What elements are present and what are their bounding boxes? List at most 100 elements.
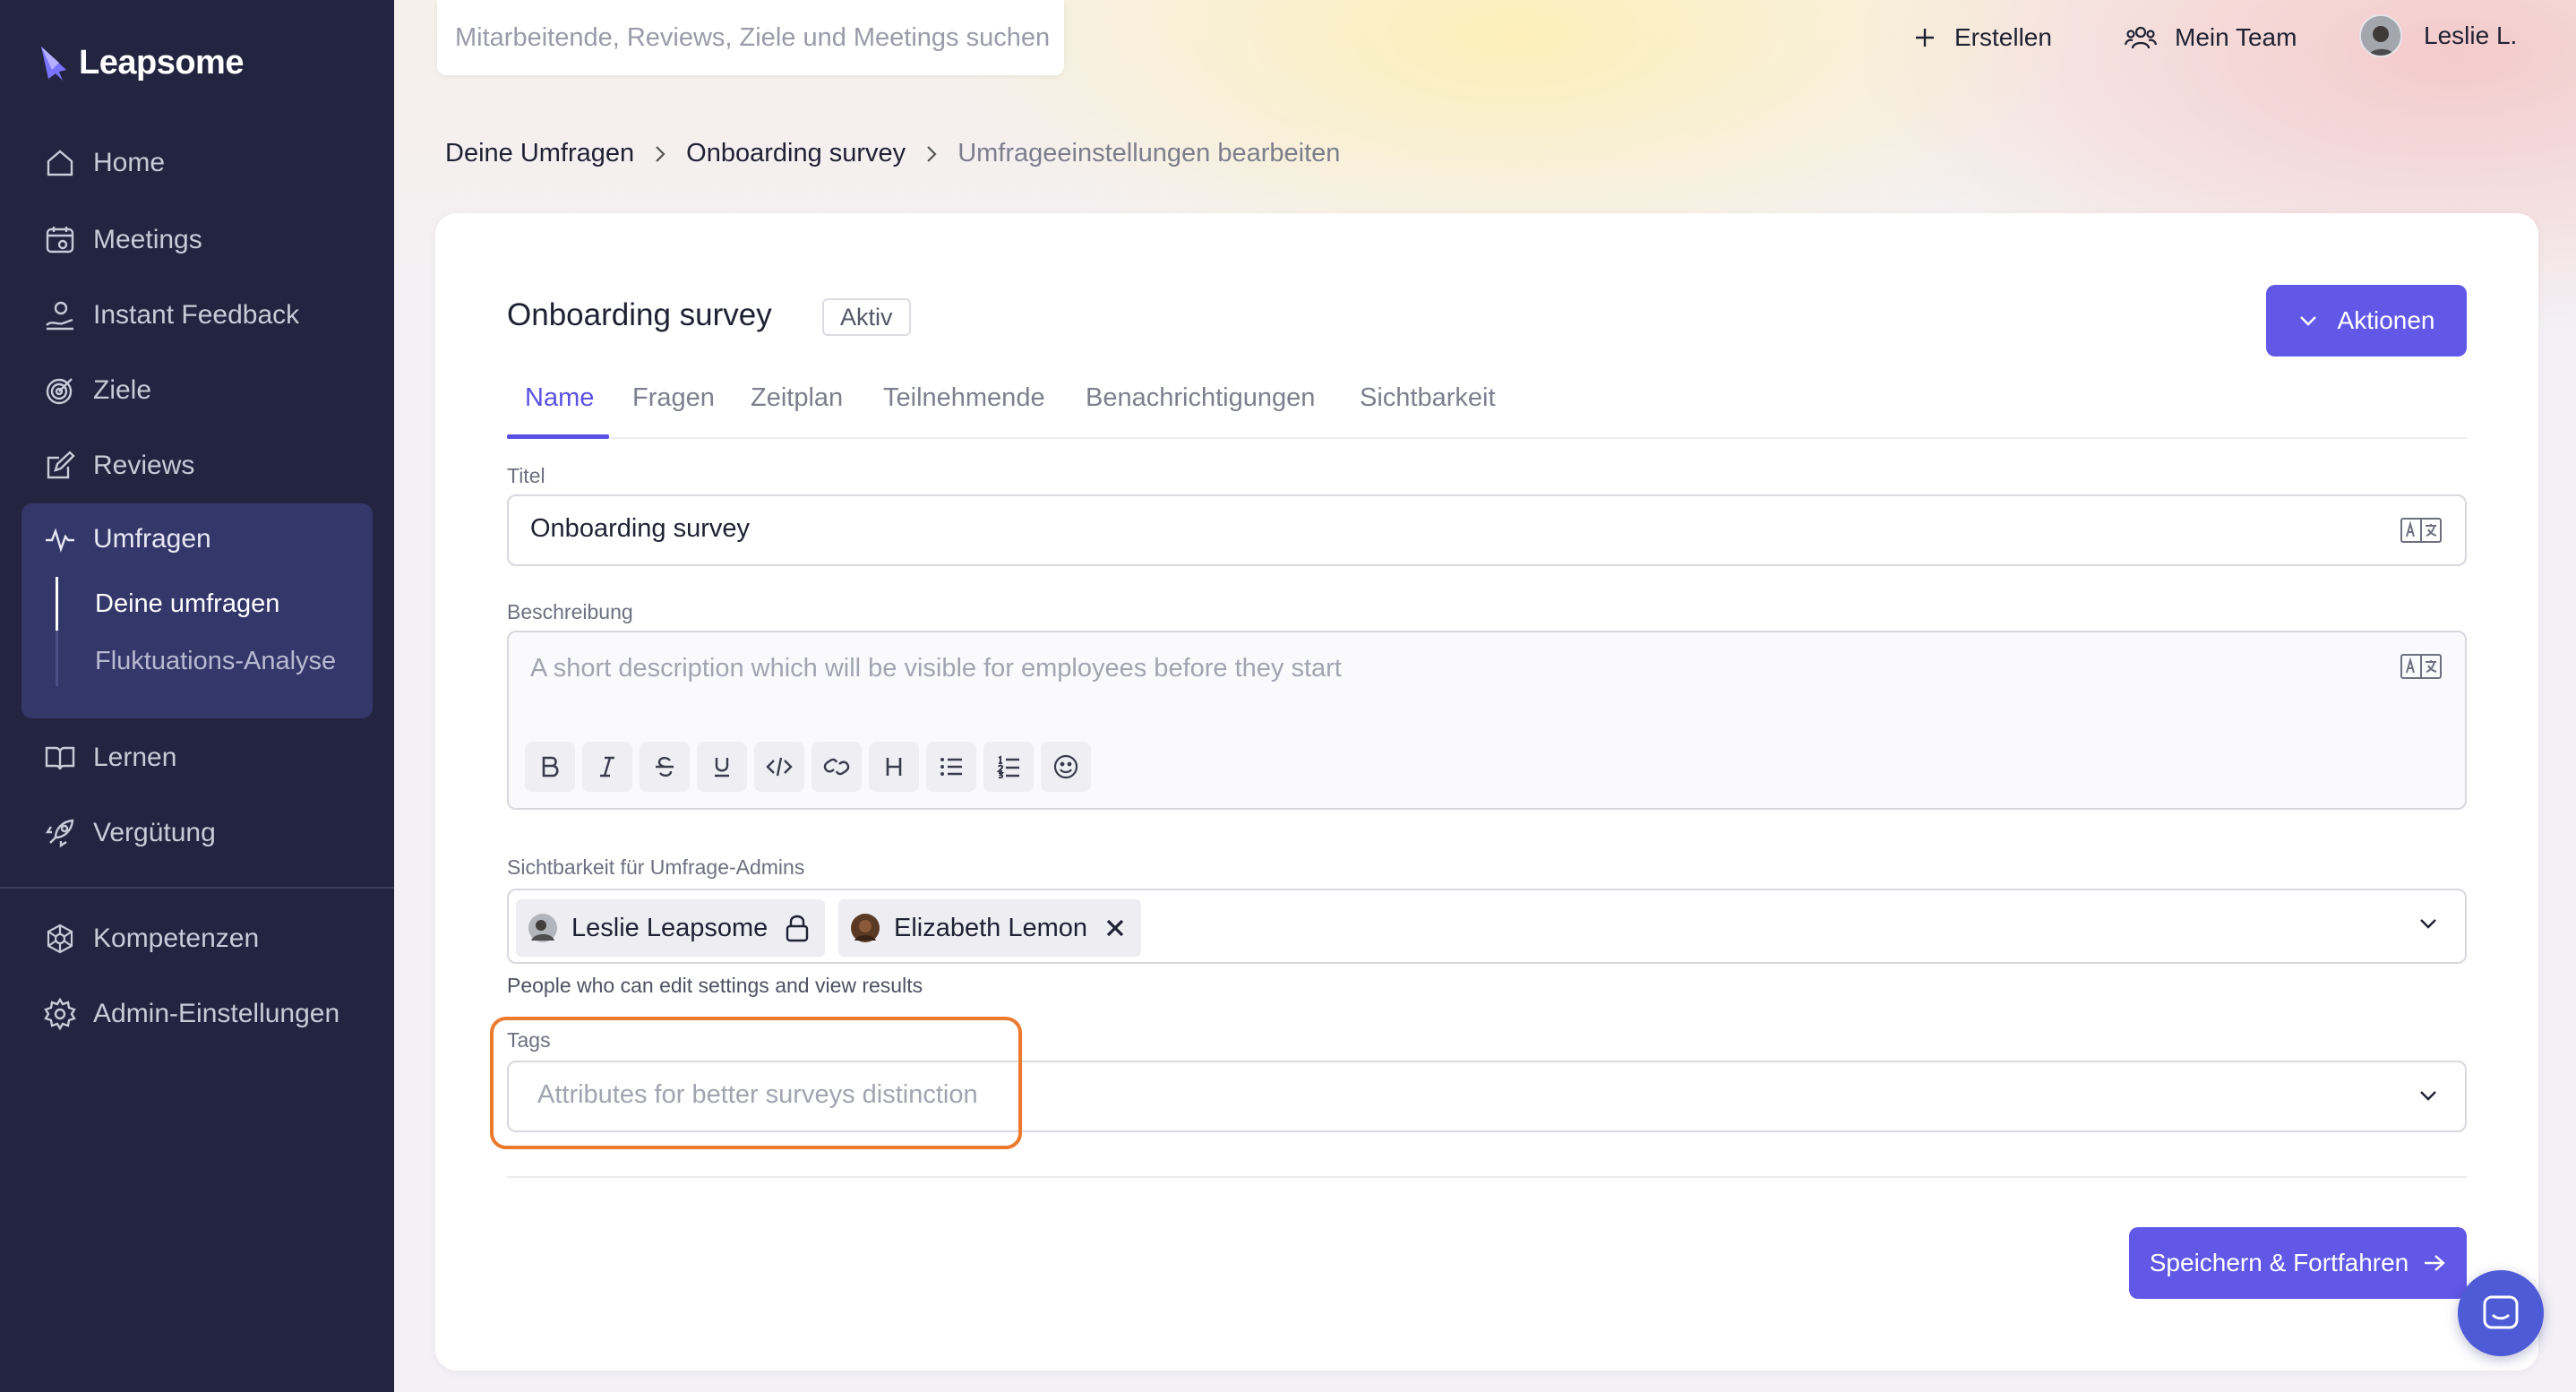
heading-icon[interactable] <box>869 742 919 792</box>
tab-name[interactable]: Name <box>525 376 594 439</box>
sidebar-item-lernen[interactable]: Lernen <box>43 731 176 785</box>
tab-bar: Name Fragen Zeitplan Teilnehmende Benach… <box>507 376 2467 439</box>
target-icon <box>43 374 77 408</box>
global-search[interactable] <box>437 0 1064 75</box>
save-continue-label: Speichern & Fortfahren <box>2149 1249 2409 1276</box>
admin-chip: Leslie Leapsome <box>516 899 826 957</box>
sidebar-item-reviews[interactable]: Reviews <box>43 439 194 493</box>
tab-teilnehmende[interactable]: Teilnehmende <box>883 376 1045 439</box>
breadcrumb-item-surveys[interactable]: Deine Umfragen <box>445 139 634 168</box>
admin-chip: Elizabeth Lemon <box>838 899 1142 957</box>
logo[interactable]: Leapsome <box>39 43 244 82</box>
sidebar-item-kompetenzen[interactable]: Kompetenzen <box>43 912 259 966</box>
book-icon <box>43 741 77 775</box>
sidebar-item-label: Kompetenzen <box>93 924 260 953</box>
description-label: Beschreibung <box>507 600 633 623</box>
tab-sichtbarkeit[interactable]: Sichtbarkeit <box>1360 376 1496 439</box>
gear-icon <box>43 997 77 1031</box>
subnav-active-indicator <box>56 577 58 631</box>
sidebar-item-label: Vergütung <box>93 818 216 847</box>
title-field <box>507 494 2467 566</box>
leapsome-logo-icon <box>41 47 66 81</box>
sidebar-item-label: Umfragen <box>93 524 211 554</box>
sidebar-subitem-deine-umfragen[interactable]: Deine umfragen <box>95 589 279 619</box>
admins-label: Sichtbarkeit für Umfrage-Admins <box>507 855 805 879</box>
breadcrumb: Deine Umfragen Onboarding survey Umfrage… <box>445 139 1340 168</box>
sidebar-item-umfragen[interactable]: Umfragen <box>43 512 211 566</box>
chevron-right-icon <box>654 144 666 164</box>
search-input[interactable] <box>455 22 1064 53</box>
create-label: Erstellen <box>1954 23 2052 51</box>
translate-icon[interactable] <box>2400 518 2442 543</box>
user-name: Leslie L. <box>2424 21 2518 49</box>
sidebar-item-label: Ziele <box>93 375 152 405</box>
tab-benachrichtigungen[interactable]: Benachrichtigungen <box>1086 376 1315 439</box>
sidebar-item-meetings[interactable]: Meetings <box>43 213 202 267</box>
tab-zeitplan[interactable]: Zeitplan <box>751 376 843 439</box>
tags-highlight-box <box>490 1017 1022 1149</box>
user-menu[interactable]: Leslie L. <box>2359 14 2518 57</box>
home-icon <box>43 146 77 180</box>
underline-icon[interactable] <box>697 742 747 792</box>
sidebar-item-label: Home <box>93 148 166 177</box>
sidebar: Leapsome Home Meetings Instant Feedback … <box>0 0 394 1392</box>
sidebar-item-admin-einstellungen[interactable]: Admin-Einstellungen <box>43 987 339 1041</box>
text-formatting-toolbar <box>525 742 1098 792</box>
admin-chip-name: Elizabeth Lemon <box>894 913 1088 942</box>
title-input[interactable] <box>530 514 2232 544</box>
italic-icon[interactable] <box>582 742 632 792</box>
sidebar-divider <box>0 887 394 889</box>
avatar <box>2359 14 2402 57</box>
subnav-track <box>56 631 58 686</box>
title-label: Titel <box>507 464 545 487</box>
code-icon[interactable] <box>754 742 804 792</box>
sidebar-item-verguetung[interactable]: Vergütung <box>43 806 216 860</box>
feedback-icon <box>43 298 77 332</box>
strikethrough-icon[interactable] <box>640 742 690 792</box>
description-input[interactable] <box>530 654 2232 683</box>
chevron-down-icon[interactable] <box>2418 1089 2438 1102</box>
emoji-icon[interactable] <box>1041 742 1091 792</box>
status-badge: Aktiv <box>822 298 911 336</box>
avatar <box>528 914 557 942</box>
admins-select[interactable]: Leslie Leapsome Elizabeth Lemon <box>507 889 2467 964</box>
plus-icon <box>1913 26 1936 49</box>
sidebar-item-label: Reviews <box>93 451 195 480</box>
breadcrumb-item-current: Umfrageeinstellungen bearbeiten <box>957 139 1341 168</box>
form-divider <box>507 1176 2467 1178</box>
close-icon[interactable] <box>1105 918 1125 938</box>
arrow-right-icon <box>2423 1253 2446 1273</box>
link-icon[interactable] <box>811 742 862 792</box>
chevron-right-icon <box>925 144 938 164</box>
save-continue-button[interactable]: Speichern & Fortfahren <box>2129 1227 2467 1299</box>
pulse-icon <box>43 522 77 556</box>
sidebar-subitem-fluktuations-analyse[interactable]: Fluktuations-Analyse <box>95 647 336 676</box>
translate-icon[interactable] <box>2400 654 2442 679</box>
sidebar-item-ziele[interactable]: Ziele <box>43 364 151 417</box>
description-field <box>507 631 2467 810</box>
sidebar-group-umfragen: Umfragen Deine umfragen Fluktuations-Ana… <box>21 503 373 718</box>
sidebar-item-instant-feedback[interactable]: Instant Feedback <box>43 288 299 342</box>
sidebar-item-home[interactable]: Home <box>43 136 165 190</box>
chevron-down-icon <box>2298 314 2318 327</box>
chat-support-button[interactable] <box>2458 1270 2544 1356</box>
admin-chip-name: Leslie Leapsome <box>571 913 769 942</box>
bullet-list-icon[interactable] <box>926 742 976 792</box>
bold-icon[interactable] <box>525 742 575 792</box>
tab-fragen[interactable]: Fragen <box>632 376 715 439</box>
sidebar-item-label: Meetings <box>93 225 202 254</box>
actions-button[interactable]: Aktionen <box>2266 285 2467 357</box>
team-icon <box>2125 23 2157 52</box>
avatar <box>851 914 880 942</box>
admins-helper-text: People who can edit settings and view re… <box>507 974 923 997</box>
active-tab-indicator <box>507 434 609 439</box>
rocket-icon <box>43 816 77 850</box>
numbered-list-icon[interactable] <box>983 742 1034 792</box>
create-button[interactable]: Erstellen <box>1913 18 2052 57</box>
breadcrumb-item-survey[interactable]: Onboarding survey <box>686 139 906 168</box>
network-icon <box>43 922 77 956</box>
sidebar-item-label: Instant Feedback <box>93 300 300 330</box>
my-team-button[interactable]: Mein Team <box>2125 18 2297 57</box>
chevron-down-icon[interactable] <box>2418 917 2438 930</box>
sidebar-item-label: Admin-Einstellungen <box>93 999 340 1028</box>
